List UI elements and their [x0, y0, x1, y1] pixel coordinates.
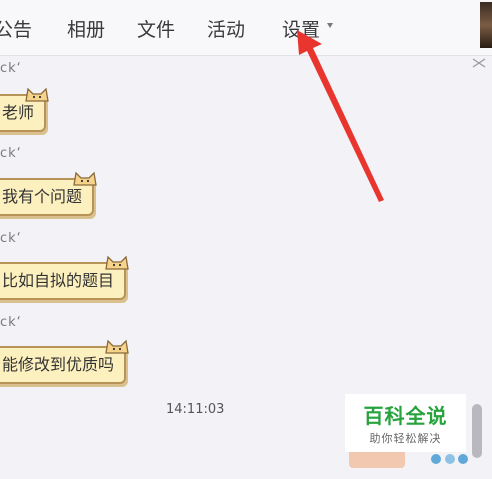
message-text: 我有个问题: [2, 187, 83, 206]
tab-activity[interactable]: 活动: [207, 15, 245, 42]
avatar[interactable]: [480, 2, 492, 48]
message-bubble: 我有个问题: [0, 171, 97, 216]
tab-announcement[interactable]: 公告: [0, 15, 32, 42]
watermark-title: 百科全说: [363, 404, 448, 428]
tab-album[interactable]: 相册: [67, 15, 105, 42]
cat-sticker-icon: [73, 171, 97, 186]
message-text: 老师: [2, 103, 35, 122]
message-sender: ck‘: [0, 231, 22, 246]
message-text: 能修改到优质吗: [2, 355, 115, 374]
message-text: 比如自拟的题目: [2, 271, 115, 290]
tab-settings[interactable]: 设置: [282, 15, 320, 42]
emoji-icon: [431, 454, 468, 464]
watermark-subtitle: 助你轻松解决: [369, 432, 442, 445]
watermark: 百科全说 助你轻松解决: [345, 394, 466, 452]
message-timestamp: 14:11:03: [166, 402, 225, 417]
message-bubble: 老师: [0, 87, 49, 132]
message-bubble: 比如自拟的题目: [0, 255, 129, 300]
message-sender: ck‘: [0, 61, 22, 76]
cat-sticker-icon: [105, 339, 129, 354]
tab-files[interactable]: 文件: [137, 15, 175, 42]
group-tab-bar: 公告 相册 文件 活动 设置: [0, 0, 492, 56]
scrollbar-thumb[interactable]: [472, 404, 482, 458]
message-sender: ck‘: [0, 315, 22, 330]
cat-sticker-icon: [25, 87, 49, 102]
message-bubble: 能修改到优质吗: [0, 339, 129, 384]
close-icon[interactable]: [472, 58, 486, 68]
cat-sticker-icon: [105, 255, 129, 270]
chevron-down-icon[interactable]: [327, 23, 333, 28]
message-sender: ck‘: [0, 146, 22, 161]
